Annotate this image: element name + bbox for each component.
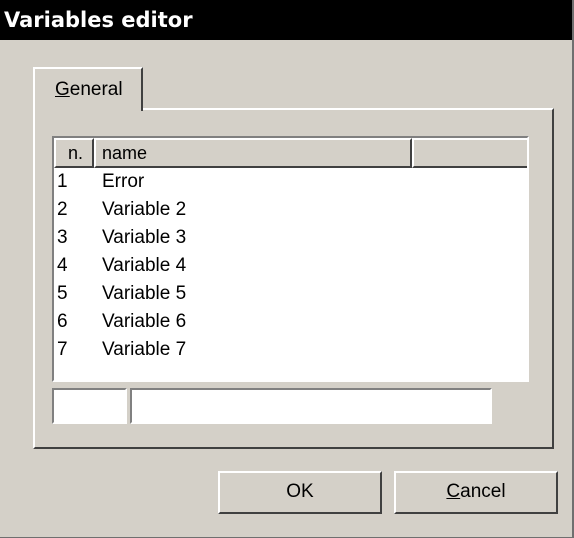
column-header-number[interactable]: n. bbox=[54, 138, 94, 168]
list-item[interactable]: 6 Variable 6 bbox=[54, 308, 527, 336]
row-name: Variable 3 bbox=[102, 227, 187, 248]
variables-editor-dialog: Variables editor General n. name 1 Error … bbox=[0, 0, 574, 538]
tab-general-label: General bbox=[55, 79, 123, 100]
row-name: Variable 7 bbox=[102, 339, 187, 360]
cancel-button[interactable]: Cancel bbox=[394, 471, 558, 514]
list-item[interactable]: 3 Variable 3 bbox=[54, 224, 527, 252]
row-number: 4 bbox=[57, 255, 68, 276]
row-name: Variable 4 bbox=[102, 255, 187, 276]
row-number: 1 bbox=[57, 171, 68, 192]
column-header-name[interactable]: name bbox=[94, 138, 412, 168]
name-field[interactable] bbox=[130, 388, 492, 424]
row-name: Variable 6 bbox=[102, 311, 187, 332]
list-item[interactable]: 5 Variable 5 bbox=[54, 280, 527, 308]
tab-general[interactable]: General bbox=[33, 67, 143, 111]
row-number: 7 bbox=[57, 339, 68, 360]
row-number: 2 bbox=[57, 199, 68, 220]
list-item[interactable]: 4 Variable 4 bbox=[54, 252, 527, 280]
row-number: 6 bbox=[57, 311, 68, 332]
column-header-extra[interactable] bbox=[412, 138, 527, 168]
row-number: 3 bbox=[57, 227, 68, 248]
row-name: Variable 2 bbox=[102, 199, 187, 220]
window-title: Variables editor bbox=[0, 0, 572, 40]
row-name: Error bbox=[102, 171, 145, 192]
number-field[interactable] bbox=[52, 388, 127, 424]
list-header: n. name bbox=[54, 138, 527, 168]
list-item[interactable]: 7 Variable 7 bbox=[54, 336, 527, 364]
list-item[interactable]: 1 Error bbox=[54, 168, 527, 196]
list-item[interactable]: 2 Variable 2 bbox=[54, 196, 527, 224]
row-number: 5 bbox=[57, 283, 68, 304]
ok-button[interactable]: OK bbox=[218, 471, 382, 514]
row-name: Variable 5 bbox=[102, 283, 187, 304]
variables-list[interactable]: n. name 1 Error 2 Variable 2 3 Variable 3 4… bbox=[52, 136, 529, 382]
list-rows: 1 Error 2 Variable 2 3 Variable 3 4 Variable… bbox=[54, 168, 527, 364]
